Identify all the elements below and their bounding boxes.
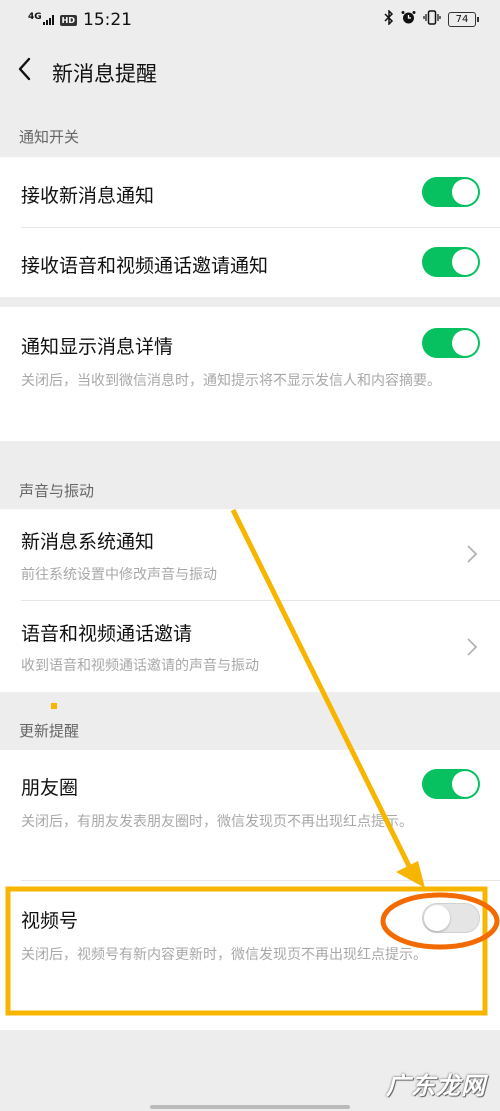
toggle-receive-call-invite[interactable] xyxy=(422,247,480,277)
bluetooth-icon xyxy=(384,9,394,29)
home-indicator xyxy=(150,1105,350,1109)
hd-badge: HD xyxy=(59,14,77,26)
section-header-notification: 通知开关 xyxy=(19,128,80,146)
row-description: 关闭后，当收到微信消息时，通知提示将不显示发信人和内容摘要。 xyxy=(21,373,441,389)
vibrate-icon xyxy=(423,10,441,29)
row-description: 前往系统设置中修改声音与振动 xyxy=(21,567,217,583)
row-description: 收到语音和视频通话邀请的声音与振动 xyxy=(21,658,259,674)
chevron-right-icon xyxy=(466,637,478,657)
toggle-knob xyxy=(452,771,478,797)
toggle-knob xyxy=(424,905,450,931)
toggle-receive-new-message[interactable] xyxy=(422,177,480,207)
signal-bars-icon xyxy=(42,15,54,25)
annotation-dot xyxy=(51,703,57,709)
row-channels[interactable]: 视频号 关闭后，视频号有新内容更新时，微信发现页不再出现红点提示。 xyxy=(0,881,500,1030)
toggle-knob xyxy=(452,330,478,356)
network-type: 4G xyxy=(28,12,42,22)
row-label: 视频号 xyxy=(21,910,79,932)
toggle-knob xyxy=(452,179,478,205)
row-system-notification[interactable]: 新消息系统通知 前往系统设置中修改声音与振动 xyxy=(0,509,500,600)
signal-indicator: 4G xyxy=(28,12,54,25)
section-header-sound: 声音与振动 xyxy=(19,482,95,500)
toggle-show-message-details[interactable] xyxy=(422,328,480,358)
group-show-details: 通知显示消息详情 关闭后，当收到微信消息时，通知提示将不显示发信人和内容摘要。 xyxy=(0,307,500,441)
group-update-reminder: 朋友圈 关闭后，有朋友发表朋友圈时，微信发现页不再出现红点提示。 视频号 关闭后… xyxy=(0,750,500,1030)
row-label: 接收语音和视频通话邀请通知 xyxy=(21,255,269,277)
row-label: 朋友圈 xyxy=(21,777,79,799)
row-label: 通知显示消息详情 xyxy=(21,336,174,358)
status-bar: 4G HD 15:21 74 xyxy=(0,0,500,40)
row-label: 新消息系统通知 xyxy=(21,531,155,553)
alarm-icon xyxy=(401,10,416,29)
row-show-message-details[interactable]: 通知显示消息详情 关闭后，当收到微信消息时，通知提示将不显示发信人和内容摘要。 xyxy=(0,307,500,441)
row-description: 关闭后，视频号有新内容更新时，微信发现页不再出现红点提示。 xyxy=(21,947,427,963)
toggle-knob xyxy=(452,249,478,275)
row-description: 关闭后，有朋友发表朋友圈时，微信发现页不再出现红点提示。 xyxy=(21,814,413,830)
row-receive-new-message[interactable]: 接收新消息通知 xyxy=(0,157,500,227)
group-sound-vibration: 新消息系统通知 前往系统设置中修改声音与振动 语音和视频通话邀请 收到语音和视频… xyxy=(0,509,500,692)
back-arrow-icon[interactable] xyxy=(14,56,36,82)
nav-bar: 新消息提醒 xyxy=(0,40,500,102)
page-title: 新消息提醒 xyxy=(52,62,157,86)
row-call-invite-sound[interactable]: 语音和视频通话邀请 收到语音和视频通话邀请的声音与振动 xyxy=(0,601,500,692)
status-left: 4G HD 15:21 xyxy=(28,10,132,30)
row-label: 接收新消息通知 xyxy=(21,185,155,207)
section-header-update: 更新提醒 xyxy=(19,722,80,740)
chevron-right-icon xyxy=(466,544,478,564)
watermark: 广东龙网 xyxy=(386,1072,486,1100)
battery-icon: 74 xyxy=(448,12,479,27)
toggle-channels[interactable] xyxy=(422,903,480,933)
row-moments[interactable]: 朋友圈 关闭后，有朋友发表朋友圈时，微信发现页不再出现红点提示。 xyxy=(0,750,500,880)
toggle-moments[interactable] xyxy=(422,769,480,799)
clock: 15:21 xyxy=(83,10,132,30)
row-receive-call-invite[interactable]: 接收语音和视频通话邀请通知 xyxy=(0,228,500,297)
row-label: 语音和视频通话邀请 xyxy=(21,623,193,645)
status-right: 74 xyxy=(384,9,479,29)
group-notification-switch: 接收新消息通知 接收语音和视频通话邀请通知 xyxy=(0,157,500,297)
